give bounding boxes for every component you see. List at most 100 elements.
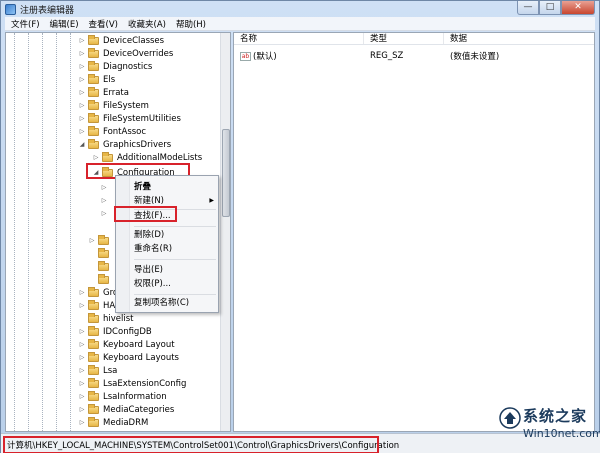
tree-item[interactable]: ▷ DeviceClasses bbox=[78, 34, 164, 47]
find-highlight-box bbox=[114, 206, 177, 222]
tree-item[interactable]: ▷ FileSystem bbox=[78, 99, 149, 112]
watermark-logo-icon bbox=[499, 407, 521, 429]
expand-icon[interactable]: ▷ bbox=[78, 302, 86, 309]
values-pane[interactable]: 名称 类型 数据 ab (默认) REG_SZ (数值未设置) bbox=[233, 32, 595, 432]
expand-icon[interactable]: ▷ bbox=[100, 210, 108, 217]
folder-icon bbox=[98, 234, 109, 245]
menu-separator bbox=[134, 294, 216, 295]
menu-export[interactable]: 导出(E) bbox=[134, 264, 216, 276]
tree-item[interactable]: ▷ Gro bbox=[78, 286, 118, 299]
folder-icon bbox=[88, 312, 99, 323]
folder-icon bbox=[88, 286, 99, 297]
tree-item[interactable]: ▷ Els bbox=[78, 73, 115, 86]
expand-icon[interactable]: ▷ bbox=[92, 154, 100, 161]
expand-icon[interactable]: ▷ bbox=[78, 341, 86, 348]
folder-icon bbox=[88, 73, 99, 84]
tree-item[interactable]: ▷ Keyboard Layout bbox=[78, 338, 175, 351]
tree-item[interactable]: ▷ DeviceOverrides bbox=[78, 47, 173, 60]
folder-icon bbox=[88, 125, 99, 136]
expand-icon[interactable]: ▷ bbox=[78, 128, 86, 135]
column-header-name[interactable]: 名称 bbox=[234, 33, 364, 44]
tree-item[interactable]: ▷ FontAssoc bbox=[78, 125, 146, 138]
tree-scrollbar[interactable] bbox=[220, 33, 230, 431]
menu-favorites[interactable]: 收藏夹(A) bbox=[128, 18, 166, 30]
expand-icon[interactable]: ▷ bbox=[100, 197, 108, 204]
folder-open-icon bbox=[88, 138, 99, 149]
value-row[interactable]: ab (默认) REG_SZ (数值未设置) bbox=[234, 50, 594, 62]
folder-icon bbox=[88, 390, 99, 401]
menu-delete[interactable]: 删除(D) bbox=[134, 229, 216, 241]
tree-item[interactable]: ▷ FileSystemUtilities bbox=[78, 112, 181, 125]
expand-icon[interactable]: ▷ bbox=[78, 63, 86, 70]
string-value-icon: ab bbox=[240, 51, 251, 61]
tree-item[interactable]: ▷ LsaInformation bbox=[78, 390, 167, 403]
menu-view[interactable]: 查看(V) bbox=[89, 18, 118, 30]
tree-item[interactable]: ▷ bbox=[100, 207, 110, 220]
menu-file[interactable]: 文件(F) bbox=[11, 18, 40, 30]
menu-copy-key-name[interactable]: 复制项名称(C) bbox=[134, 297, 216, 309]
menu-separator bbox=[134, 226, 216, 227]
expand-icon[interactable]: ▷ bbox=[78, 393, 86, 400]
tree-item[interactable]: ▷ MediaCategories bbox=[78, 403, 174, 416]
expand-icon[interactable]: ▷ bbox=[78, 50, 86, 57]
expand-icon[interactable]: ▷ bbox=[78, 419, 86, 426]
tree-scrollbar-thumb[interactable] bbox=[222, 129, 230, 217]
window-title: 注册表编辑器 bbox=[20, 5, 75, 16]
expand-icon[interactable]: ▷ bbox=[78, 76, 86, 83]
tree-item[interactable]: ▷ bbox=[100, 194, 110, 207]
folder-icon bbox=[88, 325, 99, 336]
tree-item[interactable]: ▷ MediaDRM bbox=[78, 416, 148, 429]
expand-icon[interactable]: ▷ bbox=[78, 406, 86, 413]
minimize-button[interactable]: — bbox=[517, 1, 539, 15]
value-type: REG_SZ bbox=[370, 51, 404, 61]
tree-item[interactable]: ▷ LsaExtensionConfig bbox=[78, 377, 186, 390]
expand-icon[interactable]: ▷ bbox=[78, 328, 86, 335]
tree-item[interactable] bbox=[88, 260, 113, 273]
expand-icon[interactable]: ▷ bbox=[78, 102, 86, 109]
tree-item[interactable]: ▷ bbox=[88, 234, 113, 247]
expand-icon[interactable]: ▷ bbox=[78, 115, 86, 122]
folder-icon bbox=[98, 247, 109, 258]
collapse-icon[interactable]: ◢ bbox=[78, 141, 86, 148]
tree-item[interactable]: ▷ bbox=[100, 181, 110, 194]
title-bar: 注册表编辑器 — □ ✕ bbox=[1, 1, 599, 17]
expand-icon[interactable]: ▷ bbox=[78, 37, 86, 44]
folder-icon bbox=[88, 338, 99, 349]
tree-item[interactable]: ▷ Errata bbox=[78, 86, 129, 99]
tree-item[interactable]: hivelist bbox=[78, 312, 134, 325]
menu-collapse[interactable]: 折叠 bbox=[134, 181, 216, 193]
tree-item-graphics-drivers[interactable]: ◢ GraphicsDrivers bbox=[78, 138, 171, 151]
folder-icon bbox=[88, 377, 99, 388]
folder-icon bbox=[88, 403, 99, 414]
expand-icon[interactable]: ▷ bbox=[100, 184, 108, 191]
tree-item[interactable]: ▷ HA bbox=[78, 299, 115, 312]
folder-icon bbox=[102, 151, 113, 162]
menu-permissions[interactable]: 权限(P)... bbox=[134, 278, 216, 290]
expand-icon[interactable]: ▷ bbox=[78, 89, 86, 96]
expand-icon[interactable]: ▷ bbox=[78, 380, 86, 387]
folder-icon bbox=[88, 351, 99, 362]
folder-icon bbox=[88, 99, 99, 110]
folder-icon bbox=[98, 273, 109, 284]
tree-item[interactable]: ▷ Keyboard Layouts bbox=[78, 351, 179, 364]
column-header-type[interactable]: 类型 bbox=[364, 33, 444, 44]
folder-icon bbox=[88, 112, 99, 123]
tree-item[interactable]: ▷ Diagnostics bbox=[78, 60, 152, 73]
menu-edit[interactable]: 编辑(E) bbox=[50, 18, 79, 30]
tree-item[interactable] bbox=[88, 273, 113, 286]
tree-item[interactable]: ▷ Lsa bbox=[78, 364, 117, 377]
menu-help[interactable]: 帮助(H) bbox=[176, 18, 206, 30]
tree-item[interactable]: ▷ IDConfigDB bbox=[78, 325, 152, 338]
expand-icon[interactable]: ▷ bbox=[78, 289, 86, 296]
folder-icon bbox=[98, 260, 109, 271]
expand-icon[interactable]: ▷ bbox=[78, 354, 86, 361]
expand-icon[interactable]: ▷ bbox=[78, 367, 86, 374]
expand-icon[interactable]: ▷ bbox=[88, 237, 96, 244]
folder-icon bbox=[88, 416, 99, 427]
column-header-data[interactable]: 数据 bbox=[444, 33, 594, 44]
menu-rename[interactable]: 重命名(R) bbox=[134, 243, 216, 255]
close-button[interactable]: ✕ bbox=[561, 1, 595, 15]
folder-icon bbox=[88, 299, 99, 310]
maximize-button[interactable]: □ bbox=[539, 1, 561, 15]
tree-item[interactable] bbox=[88, 247, 113, 260]
